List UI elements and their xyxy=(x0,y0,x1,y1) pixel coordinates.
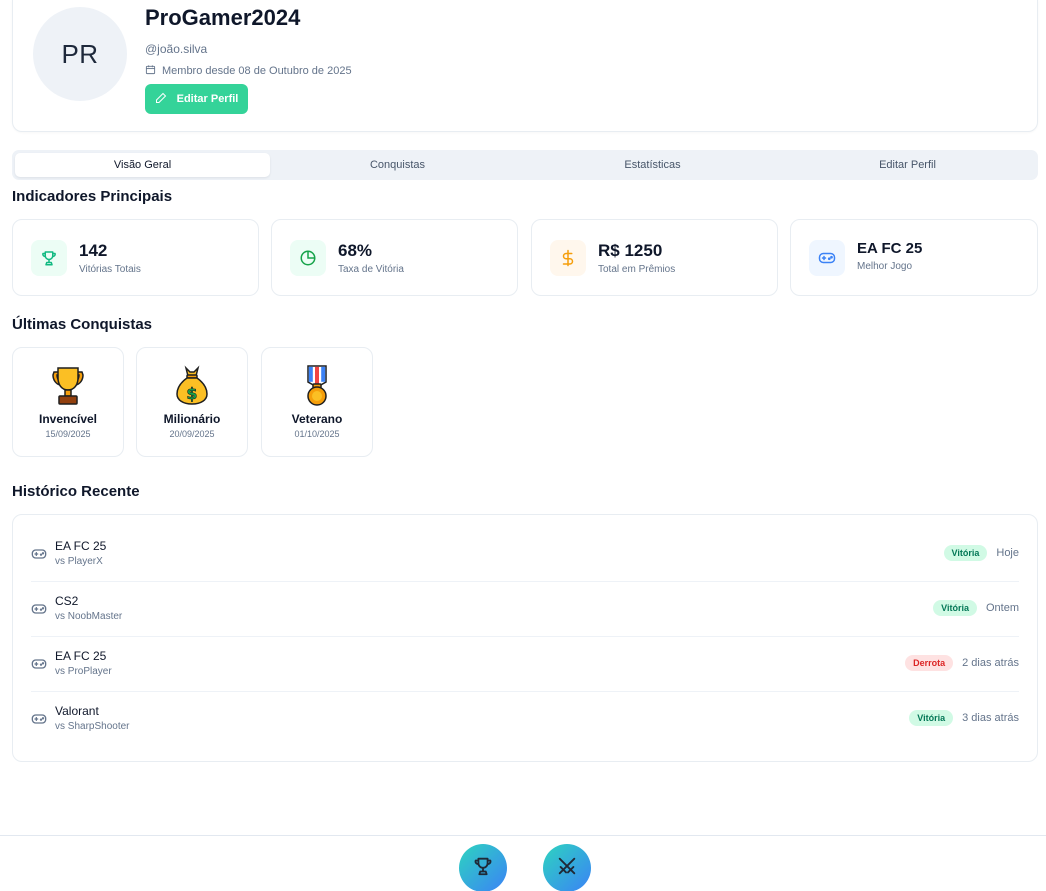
history-card: EA FC 25 vs PlayerX Vitória Hoje CS2 vs … xyxy=(12,514,1038,762)
trophy-emoji-icon xyxy=(13,364,123,408)
svg-text:$: $ xyxy=(186,384,197,403)
result-badge: Vitória xyxy=(933,600,977,616)
result-badge: Vitória xyxy=(943,545,988,561)
edit-profile-button[interactable]: Editar Perfil xyxy=(145,84,248,114)
calendar-icon xyxy=(145,64,156,78)
achievement-date: 15/09/2025 xyxy=(45,429,91,439)
match-game: EA FC 25 xyxy=(55,539,107,553)
money-bag-emoji-icon: $ xyxy=(137,364,247,408)
pencil-icon xyxy=(155,92,167,107)
stat-card-prizes: R$ 1250 Total em Prêmios xyxy=(531,219,778,296)
trophy-icon xyxy=(472,855,494,882)
tab-overview[interactable]: Visão Geral xyxy=(15,153,270,177)
avatar-initials: PR xyxy=(61,38,99,69)
battle-nav-button[interactable] xyxy=(543,844,591,891)
history-title: Histórico Recente xyxy=(12,483,140,500)
achievement-card[interactable]: Invencível 15/09/2025 xyxy=(12,347,124,457)
stat-value: EA FC 25 xyxy=(857,240,923,257)
crossed-swords-icon xyxy=(556,855,578,882)
match-game: EA FC 25 xyxy=(55,649,107,663)
achievement-name: Invencível xyxy=(38,412,98,426)
tab-achievements[interactable]: Conquistas xyxy=(270,153,525,177)
member-since: Membro desde 08 de Outubro de 2025 xyxy=(145,64,352,78)
match-opponent: vs NoobMaster xyxy=(55,611,123,622)
stat-label: Melhor Jogo xyxy=(857,261,913,272)
gamepad-icon xyxy=(809,240,845,276)
member-since-text: Membro desde 08 de Outubro de 2025 xyxy=(162,65,352,77)
match-opponent: vs ProPlayer xyxy=(55,666,112,677)
match-time: Ontem xyxy=(985,602,1019,614)
match-time: 3 dias atrás xyxy=(962,712,1019,724)
profile-name: ProGamer2024 xyxy=(145,5,301,30)
tab-bar: Visão Geral Conquistas Estatísticas Edit… xyxy=(12,150,1038,180)
result-badge: Derrota xyxy=(905,655,954,671)
gamepad-icon xyxy=(31,546,47,562)
match-game: CS2 xyxy=(55,594,79,608)
achievement-name: Veterano xyxy=(291,412,343,426)
avatar: PR xyxy=(33,7,127,101)
military-medal-emoji-icon xyxy=(262,364,372,408)
gamepad-icon xyxy=(31,711,47,727)
stat-card-wins: 142 Vitórias Totais xyxy=(12,219,259,296)
achievement-card[interactable]: Veterano 01/10/2025 xyxy=(261,347,373,457)
tab-edit-profile[interactable]: Editar Perfil xyxy=(780,153,1035,177)
bottom-nav xyxy=(0,835,1046,891)
match-game: Valorant xyxy=(55,704,99,718)
trophy-nav-button[interactable] xyxy=(459,844,507,891)
stat-label: Vitórias Totais xyxy=(79,264,141,275)
stat-card-win-rate: 68% Taxa de Vitória xyxy=(271,219,518,296)
stat-label: Taxa de Vitória xyxy=(338,264,404,275)
match-time: 2 dias atrás xyxy=(962,657,1019,669)
achievement-name: Milionário xyxy=(163,412,221,426)
match-row[interactable]: Valorant vs SharpShooter Vitória 3 dias … xyxy=(31,692,1019,747)
achievement-date: 20/09/2025 xyxy=(169,429,215,439)
match-row[interactable]: EA FC 25 vs PlayerX Vitória Hoje xyxy=(31,527,1019,582)
indicators-title: Indicadores Principais xyxy=(12,188,173,205)
achievement-date: 01/10/2025 xyxy=(294,429,340,439)
achievement-card[interactable]: $ Milionário 20/09/2025 xyxy=(136,347,248,457)
result-badge: Vitória xyxy=(909,710,954,726)
gamepad-icon xyxy=(31,656,47,672)
stat-card-best-game: EA FC 25 Melhor Jogo xyxy=(790,219,1038,296)
achievements-title: Últimas Conquistas xyxy=(12,316,153,333)
match-row[interactable]: EA FC 25 vs ProPlayer Derrota 2 dias atr… xyxy=(31,637,1019,692)
match-row[interactable]: CS2 vs NoobMaster Vitória Ontem xyxy=(31,582,1019,637)
tab-statistics[interactable]: Estatísticas xyxy=(525,153,780,177)
match-opponent: vs PlayerX xyxy=(55,556,103,567)
dollar-icon xyxy=(550,240,586,276)
stat-value: 68% xyxy=(338,241,373,260)
gamepad-icon xyxy=(31,601,47,617)
stat-value: R$ 1250 xyxy=(598,241,663,260)
edit-profile-label: Editar Perfil xyxy=(176,93,239,105)
profile-handle: @joão.silva xyxy=(145,42,208,56)
stat-label: Total em Prêmios xyxy=(598,264,676,275)
match-opponent: vs SharpShooter xyxy=(55,721,130,732)
profile-card: PR ProGamer2024 @joão.silva Membro desde… xyxy=(12,0,1038,132)
pie-chart-icon xyxy=(290,240,326,276)
match-time: Hoje xyxy=(996,547,1019,559)
stat-value: 142 xyxy=(79,241,108,260)
trophy-icon xyxy=(31,240,67,276)
